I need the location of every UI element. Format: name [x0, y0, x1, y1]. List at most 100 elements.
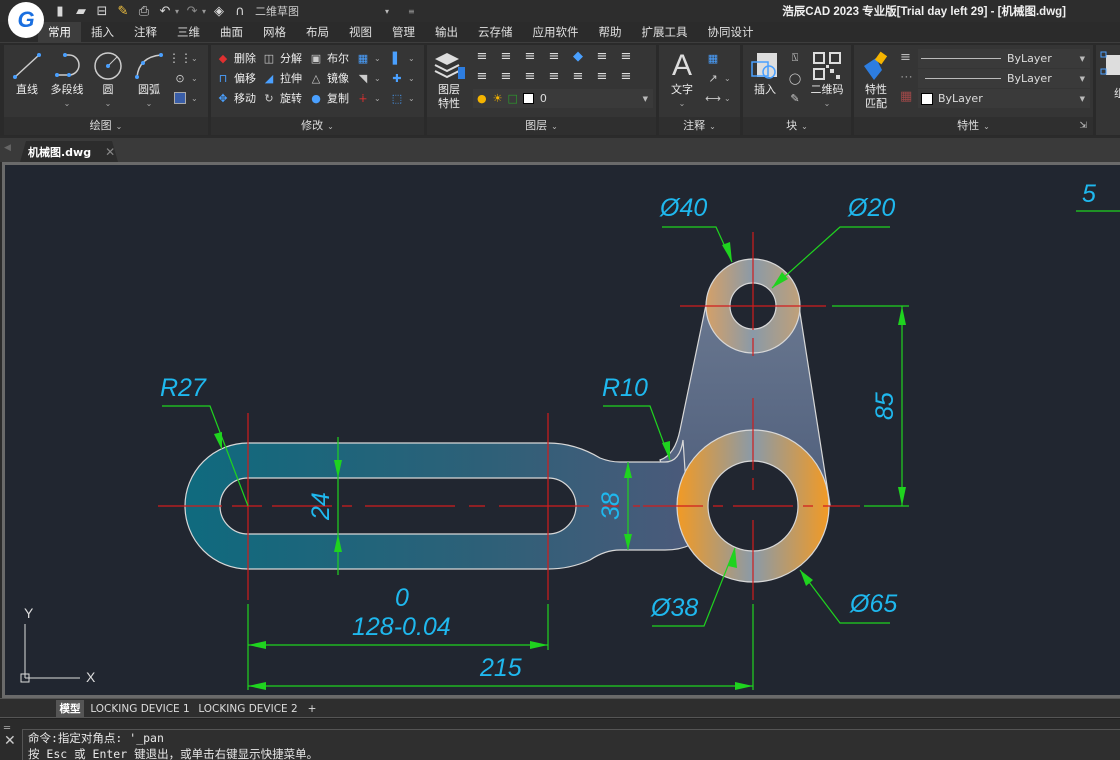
- table-button[interactable]: ▦: [705, 49, 721, 67]
- erase-button[interactable]: ◆ 删除: [215, 49, 256, 67]
- match-properties-button[interactable]: 特性 匹配: [856, 49, 896, 111]
- drag-handle-icon[interactable]: ═: [4, 724, 20, 734]
- tab-2[interactable]: 注释: [124, 22, 167, 42]
- layer-off-icon[interactable]: ≡: [473, 49, 491, 65]
- redo-dropdown-icon[interactable]: ▾: [202, 7, 206, 16]
- save-icon[interactable]: ⊟: [94, 4, 110, 19]
- hatch-button[interactable]: ⌄: [172, 89, 198, 107]
- undo-icon[interactable]: ↶: [157, 4, 173, 19]
- tab-3[interactable]: 三维: [167, 22, 210, 42]
- draw-panel-footer[interactable]: 绘图 ⌄: [4, 117, 208, 135]
- block-attribute-button[interactable]: ⍂: [787, 49, 803, 67]
- properties-panel-footer[interactable]: 特性 ⌄ ⇲: [854, 117, 1093, 135]
- polyline-button[interactable]: 多段线 ⌄: [47, 49, 87, 108]
- create-block-button[interactable]: ◯: [787, 69, 803, 87]
- layout-tab-3[interactable]: +: [304, 700, 320, 718]
- line-button[interactable]: 直线: [7, 49, 47, 97]
- text-button[interactable]: A 文字 ⌄: [662, 49, 702, 108]
- array-button[interactable]: ▦ ⌄: [355, 49, 381, 67]
- move-button[interactable]: ✥ 移动: [215, 89, 256, 107]
- circle-button[interactable]: 圆 ⌄: [88, 49, 128, 108]
- layer-dropdown[interactable]: ● ☀ □ 0 ▼: [473, 89, 653, 108]
- workspace-selector[interactable]: 二维草图 ▾: [255, 2, 393, 20]
- layer-freeze-icon[interactable]: ≡: [497, 69, 515, 85]
- tab-0[interactable]: 常用: [38, 22, 81, 42]
- tab-4[interactable]: 曲面: [210, 22, 253, 42]
- leader-button[interactable]: ↗ ⌄: [705, 69, 730, 87]
- trim-button[interactable]: ✚ ⌄: [389, 69, 414, 87]
- layers-panel-footer[interactable]: 图层 ⌄: [427, 117, 656, 135]
- drawing-svg[interactable]: Ø40 Ø20 R27 R10 Ø38 Ø65 0 128-0.04 215 5…: [5, 165, 1120, 695]
- fillet-button[interactable]: ◥ ⌄: [355, 69, 381, 87]
- tab-9[interactable]: 输出: [425, 22, 468, 42]
- undo-dropdown-icon[interactable]: ▾: [175, 7, 179, 16]
- close-icon[interactable]: ✕: [105, 145, 115, 159]
- arc-button[interactable]: 圆弧 ⌄: [129, 49, 169, 108]
- drawing-canvas[interactable]: Ø40 Ø20 R27 R10 Ø38 Ø65 0 128-0.04 215 5…: [2, 162, 1120, 698]
- mirror-button[interactable]: △ 镜像: [308, 69, 349, 87]
- print-icon[interactable]: ⎙: [136, 4, 152, 19]
- tab-5[interactable]: 网格: [253, 22, 296, 42]
- tab-6[interactable]: 布局: [296, 22, 339, 42]
- tab-scroll-left-icon[interactable]: ◀: [4, 143, 11, 153]
- document-tab[interactable]: 机械图.dwg ✕: [20, 141, 118, 162]
- layer-lock-icon[interactable]: ≡: [521, 69, 539, 85]
- layer-copy-icon[interactable]: ≡: [593, 49, 611, 65]
- layer-current-icon[interactable]: ◆: [569, 49, 587, 65]
- tab-14[interactable]: 协同设计: [698, 22, 764, 42]
- tab-1[interactable]: 插入: [81, 22, 124, 42]
- layer-match-icon[interactable]: ≡: [545, 49, 563, 65]
- color-dropdown[interactable]: ByLayer ▼: [918, 89, 1090, 108]
- layer-properties-button[interactable]: 图层 特性: [429, 49, 469, 111]
- copy-button[interactable]: ● 复制: [308, 89, 349, 107]
- open-folder-icon[interactable]: ▰: [73, 4, 89, 19]
- tab-7[interactable]: 视图: [339, 22, 382, 42]
- layer-change-icon[interactable]: ≡: [545, 69, 563, 85]
- modify-panel-footer[interactable]: 修改 ⌄: [211, 117, 424, 135]
- save-as-icon[interactable]: ✎: [115, 4, 131, 19]
- layout-tab-1[interactable]: LOCKING DEVICE 1: [88, 700, 192, 718]
- offset-button[interactable]: ⊓ 偏移: [215, 69, 256, 87]
- redo-icon[interactable]: ↷: [184, 4, 200, 19]
- chevron-down-icon[interactable]: ⌄: [88, 99, 128, 108]
- customize-toolbar-icon[interactable]: ≡: [408, 7, 415, 16]
- close-command-icon[interactable]: ✕: [4, 733, 20, 749]
- scale-button[interactable]: ⬚ ⌄: [389, 89, 415, 107]
- app-logo[interactable]: G: [8, 2, 44, 38]
- command-history[interactable]: 命令:指定对角点: '_pan 按 Esc 或 Enter 键退出，或单击右键显…: [22, 729, 1120, 760]
- rotate-button[interactable]: ↻ 旋转: [261, 89, 302, 107]
- qrcode-button[interactable]: 二维码 ⌄: [807, 49, 847, 108]
- explode-button[interactable]: ◫ 分解: [261, 49, 302, 67]
- annotation-panel-footer[interactable]: 注释 ⌄: [659, 117, 740, 135]
- tab-11[interactable]: 应用软件: [523, 22, 589, 42]
- layer-state-icon[interactable]: ≡: [593, 69, 611, 85]
- tab-10[interactable]: 云存储: [468, 22, 523, 42]
- layer-isolate-icon[interactable]: ≡: [497, 49, 515, 65]
- layer-on-icon[interactable]: ≡: [473, 69, 491, 85]
- dimension-button[interactable]: ⟷ ⌄: [705, 89, 731, 107]
- chevron-down-icon[interactable]: ⌄: [47, 99, 87, 108]
- point-button[interactable]: ⋮⋮ ⌄: [168, 49, 198, 67]
- block-panel-footer[interactable]: 块 ⌄: [743, 117, 851, 135]
- headset-icon[interactable]: ∩: [232, 4, 248, 19]
- new-file-icon[interactable]: ▮: [52, 4, 68, 19]
- ellipse-button[interactable]: ⊙ ⌄: [172, 69, 197, 87]
- layer-unlock-icon[interactable]: ≡: [521, 49, 539, 65]
- insert-block-button[interactable]: 插入: [745, 49, 785, 97]
- break-button[interactable]: ∔ ⌄: [355, 89, 380, 107]
- chevron-down-icon[interactable]: ⌄: [807, 99, 847, 108]
- layout-tab-2[interactable]: LOCKING DEVICE 2: [196, 700, 300, 718]
- align-button[interactable]: ▌ ⌄: [389, 49, 415, 67]
- layer-walk-icon[interactable]: ≡: [617, 49, 635, 65]
- tab-12[interactable]: 帮助: [589, 22, 632, 42]
- lineweight-dropdown[interactable]: ByLayer ▼: [918, 69, 1090, 88]
- layer-merge-icon[interactable]: ≡: [569, 69, 587, 85]
- tab-13[interactable]: 扩展工具: [632, 22, 698, 42]
- boolean-button[interactable]: ▣ 布尔: [308, 49, 349, 67]
- chevron-down-icon[interactable]: ⌄: [662, 99, 702, 108]
- layers-stack-icon[interactable]: ◈: [211, 4, 227, 19]
- chevron-down-icon[interactable]: ⌄: [129, 99, 169, 108]
- tab-8[interactable]: 管理: [382, 22, 425, 42]
- edit-block-button[interactable]: ✎: [787, 89, 803, 107]
- panel-launcher-icon[interactable]: ⇲: [1079, 117, 1087, 135]
